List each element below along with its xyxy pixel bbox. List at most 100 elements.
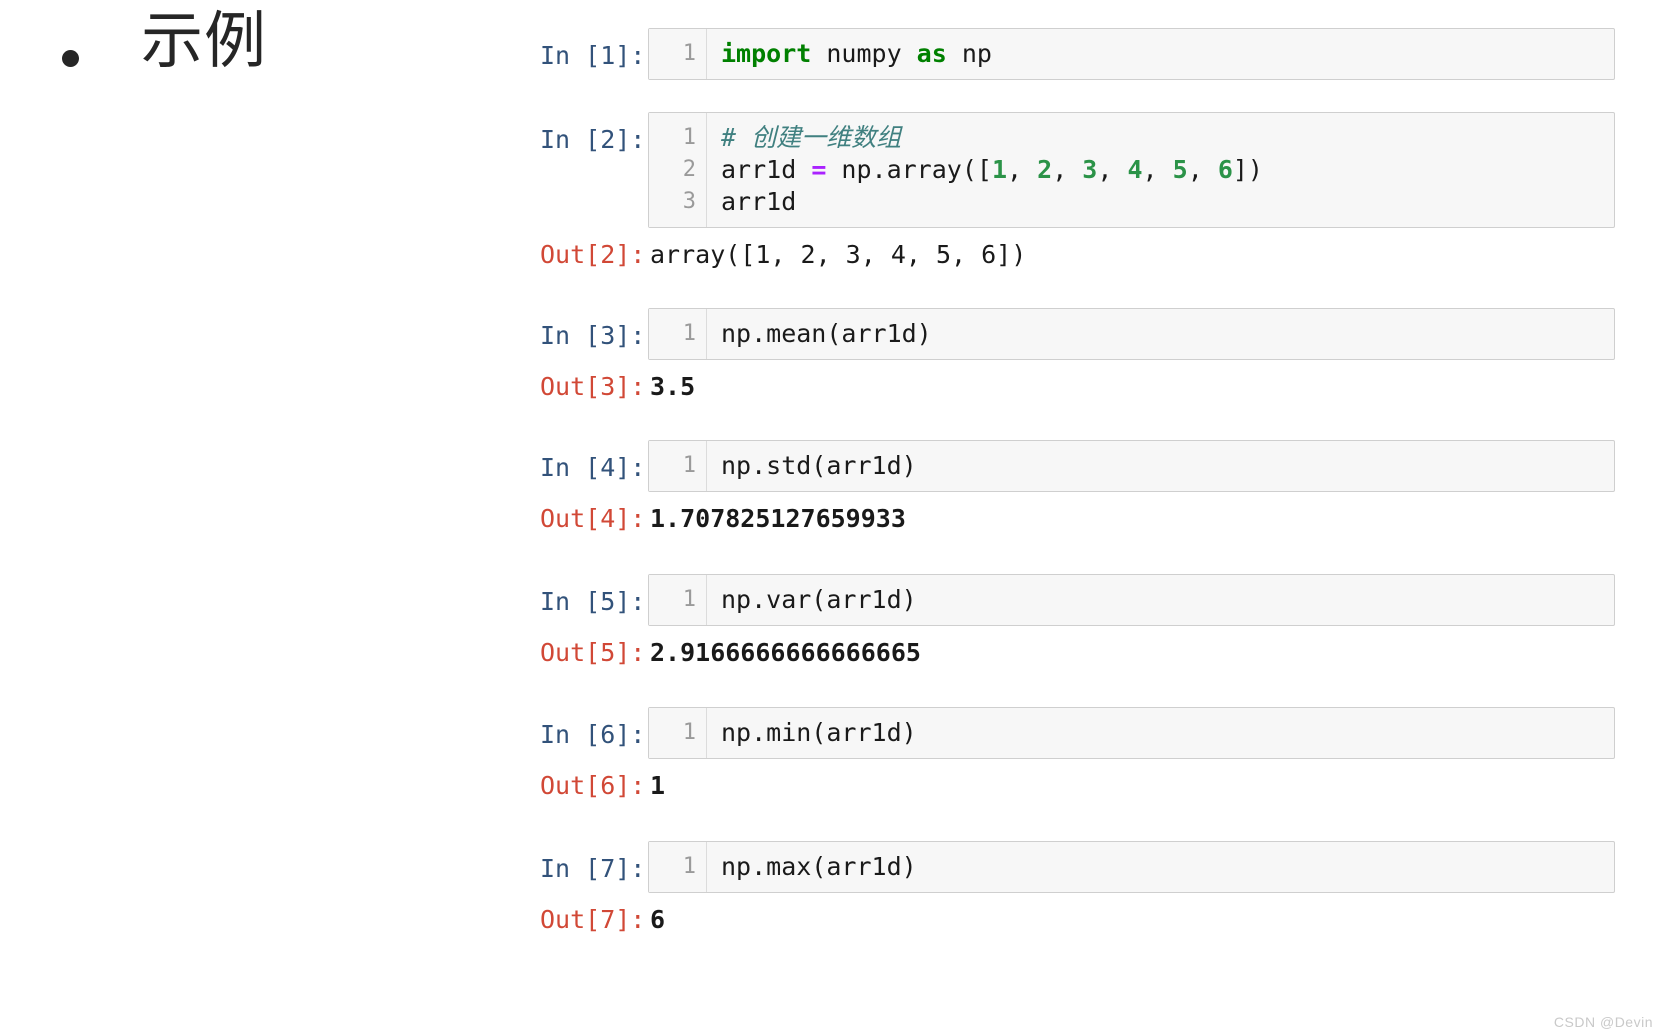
- code-token: 3: [1082, 155, 1098, 184]
- page-title: 示例: [141, 4, 268, 77]
- output-value: 3.5: [650, 372, 696, 401]
- cell-output-row: Out[5]: 2.9166666666666665: [540, 636, 1615, 669]
- code-editor[interactable]: 1 np.std(arr1d): [648, 440, 1615, 492]
- input-prompt-label: In [2]:: [540, 125, 646, 154]
- output-prompt-label: Out[3]:: [540, 372, 646, 401]
- notebook-cell[interactable]: In [6]: 1 np.min(arr1d) Out[6]: 1: [540, 707, 1615, 802]
- code-token: np.min(arr1d): [721, 718, 917, 747]
- code-token: ,: [1187, 155, 1218, 184]
- output-prompt-label: Out[4]:: [540, 504, 646, 533]
- output-value: 6: [650, 905, 666, 934]
- code-line: # 创建一维数组: [721, 122, 1614, 154]
- input-prompt-label: In [6]:: [540, 720, 646, 749]
- cell-input-row: In [7]: 1 np.max(arr1d): [540, 841, 1615, 893]
- code-text[interactable]: import numpy as np: [707, 29, 1614, 79]
- code-token: numpy: [811, 39, 917, 68]
- notebook-cell[interactable]: In [3]: 1 np.mean(arr1d) Out[3]: 3.5: [540, 308, 1615, 403]
- input-prompt-label: In [4]:: [540, 453, 646, 482]
- code-token: np.array([: [826, 155, 992, 184]
- cell-output-row: Out[4]: 1.707825127659933: [540, 502, 1615, 535]
- code-token: np.mean(arr1d): [721, 319, 932, 348]
- cell-input-row: In [5]: 1 np.var(arr1d): [540, 574, 1615, 626]
- code-token: np.var(arr1d): [721, 585, 917, 614]
- code-token: ,: [1142, 155, 1173, 184]
- bullet-point-icon: [62, 50, 79, 67]
- cell-input-row: In [2]: 1 2 3 # 创建一维数组 arr1d = np.array([1,…: [540, 112, 1615, 228]
- notebook-cell[interactable]: In [1]: 1 import numpy as np: [540, 28, 1615, 80]
- code-token: 5: [1172, 155, 1188, 184]
- watermark-label: CSDN @Devin: [1553, 1014, 1653, 1030]
- code-token: ,: [1052, 155, 1083, 184]
- code-token: # 创建一维数组: [721, 123, 902, 152]
- code-line: import numpy as np: [721, 38, 1614, 70]
- code-token: ,: [1097, 155, 1128, 184]
- code-token: np.max(arr1d): [721, 852, 917, 881]
- output-value: 1.707825127659933: [650, 504, 906, 533]
- code-line: np.min(arr1d): [721, 717, 1614, 749]
- line-number-gutter: 1: [649, 575, 707, 625]
- line-number-gutter: 1: [649, 441, 707, 491]
- code-token: 2: [1037, 155, 1053, 184]
- line-number-gutter: 1: [649, 842, 707, 892]
- code-token: np: [946, 39, 992, 68]
- cell-output-row: Out[7]: 6: [540, 903, 1615, 936]
- code-text[interactable]: np.std(arr1d): [707, 441, 1614, 491]
- code-token: =: [811, 155, 827, 184]
- code-editor[interactable]: 1 np.var(arr1d): [648, 574, 1615, 626]
- output-prompt-label: Out[2]:: [540, 240, 646, 269]
- code-token: np.std(arr1d): [721, 451, 917, 480]
- output-value: array([1, 2, 3, 4, 5, 6]): [650, 240, 1027, 269]
- cell-input-row: In [1]: 1 import numpy as np: [540, 28, 1615, 80]
- code-editor[interactable]: 1 import numpy as np: [648, 28, 1615, 80]
- output-prompt-label: Out[7]:: [540, 905, 646, 934]
- input-prompt-label: In [5]:: [540, 587, 646, 616]
- code-token: as: [916, 39, 947, 68]
- cell-output-row: Out[6]: 1: [540, 769, 1615, 802]
- code-line: np.max(arr1d): [721, 851, 1614, 883]
- code-token: ,: [1007, 155, 1038, 184]
- code-line: np.mean(arr1d): [721, 318, 1614, 350]
- code-text[interactable]: np.max(arr1d): [707, 842, 1614, 892]
- line-number-gutter: 1: [649, 708, 707, 758]
- line-number-gutter: 1 2 3: [649, 113, 707, 227]
- code-token: import: [721, 39, 812, 68]
- code-token: 6: [1217, 155, 1233, 184]
- output-value: 2.9166666666666665: [650, 638, 921, 667]
- notebook-container: In [1]: 1 import numpy as np In [2]: 1 2 3 # …: [540, 0, 1663, 1036]
- code-token: ]): [1232, 155, 1263, 184]
- code-text[interactable]: np.mean(arr1d): [707, 309, 1614, 359]
- input-prompt-label: In [3]:: [540, 321, 646, 350]
- output-prompt-label: Out[6]:: [540, 771, 646, 800]
- code-text[interactable]: # 创建一维数组 arr1d = np.array([1, 2, 3, 4, 5,…: [707, 113, 1614, 227]
- code-text[interactable]: np.var(arr1d): [707, 575, 1614, 625]
- code-editor[interactable]: 1 2 3 # 创建一维数组 arr1d = np.array([1, 2, 3, …: [648, 112, 1615, 228]
- code-line: arr1d = np.array([1, 2, 3, 4, 5, 6]): [721, 154, 1614, 186]
- input-prompt-label: In [7]:: [540, 854, 646, 883]
- output-value: 1: [650, 771, 666, 800]
- notebook-cell[interactable]: In [4]: 1 np.std(arr1d) Out[4]: 1.7078251276…: [540, 440, 1615, 535]
- slide-title-block: 示例: [0, 8, 520, 118]
- cell-input-row: In [4]: 1 np.std(arr1d): [540, 440, 1615, 492]
- code-token: arr1d: [721, 187, 797, 216]
- notebook-cell[interactable]: In [7]: 1 np.max(arr1d) Out[7]: 6: [540, 841, 1615, 936]
- code-line: arr1d: [721, 186, 1614, 218]
- code-editor[interactable]: 1 np.max(arr1d): [648, 841, 1615, 893]
- cell-output-row: Out[2]: array([1, 2, 3, 4, 5, 6]): [540, 238, 1615, 271]
- output-prompt-label: Out[5]:: [540, 638, 646, 667]
- code-editor[interactable]: 1 np.min(arr1d): [648, 707, 1615, 759]
- code-text[interactable]: np.min(arr1d): [707, 708, 1614, 758]
- notebook-cell[interactable]: In [2]: 1 2 3 # 创建一维数组 arr1d = np.array([1,…: [540, 112, 1615, 271]
- line-number-gutter: 1: [649, 309, 707, 359]
- cell-input-row: In [3]: 1 np.mean(arr1d): [540, 308, 1615, 360]
- line-number-gutter: 1: [649, 29, 707, 79]
- notebook-cell[interactable]: In [5]: 1 np.var(arr1d) Out[5]: 2.9166666666…: [540, 574, 1615, 669]
- input-prompt-label: In [1]:: [540, 41, 646, 70]
- code-token: arr1d: [721, 155, 812, 184]
- cell-output-row: Out[3]: 3.5: [540, 370, 1615, 403]
- code-token: 1: [991, 155, 1008, 184]
- code-editor[interactable]: 1 np.mean(arr1d): [648, 308, 1615, 360]
- code-line: np.var(arr1d): [721, 584, 1614, 616]
- code-token: 4: [1127, 155, 1143, 184]
- cell-input-row: In [6]: 1 np.min(arr1d): [540, 707, 1615, 759]
- code-line: np.std(arr1d): [721, 450, 1614, 482]
